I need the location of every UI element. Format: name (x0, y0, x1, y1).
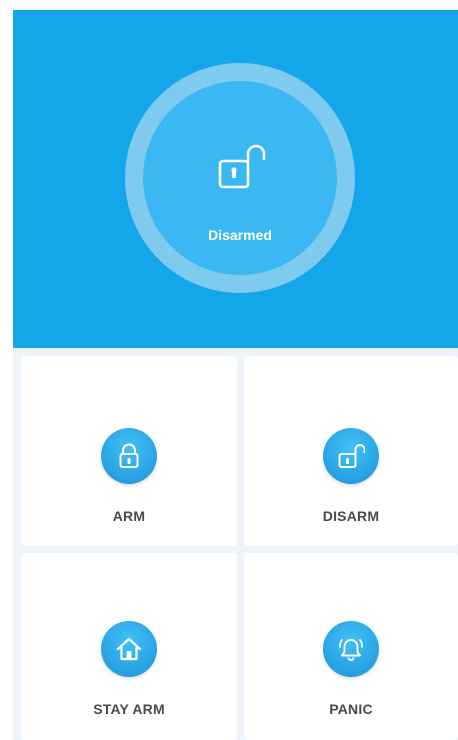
status-panel: Disarmed (13, 10, 458, 348)
disarm-icon-circle (323, 428, 379, 484)
panic-button[interactable]: PANIC (244, 553, 458, 740)
stay-arm-button[interactable]: STAY ARM (21, 553, 237, 740)
stay-arm-label: STAY ARM (93, 701, 165, 717)
unlocked-padlock-icon (338, 444, 365, 468)
disarm-label: DISARM (322, 508, 380, 524)
disarm-button[interactable]: DISARM (244, 356, 458, 546)
house-icon (116, 637, 142, 661)
arm-label: ARM (112, 508, 146, 524)
alarm-bell-icon (339, 639, 363, 661)
status-indicator: Disarmed (125, 63, 355, 293)
panic-icon-circle (323, 621, 379, 677)
arm-icon-circle (101, 428, 157, 484)
stay-arm-icon-circle (101, 621, 157, 677)
unlocked-padlock-icon (217, 143, 269, 191)
panic-label: PANIC (329, 701, 373, 717)
locked-padlock-icon (119, 443, 139, 468)
action-grid: ARM DISARM STAY ARM PANIC (13, 348, 458, 740)
status-label: Disarmed (208, 227, 272, 243)
arm-button[interactable]: ARM (21, 356, 237, 546)
status-indicator-core: Disarmed (143, 81, 337, 275)
alarm-control-screen: Disarmed ARM DISARM STAY ARM PANIC (0, 0, 458, 740)
